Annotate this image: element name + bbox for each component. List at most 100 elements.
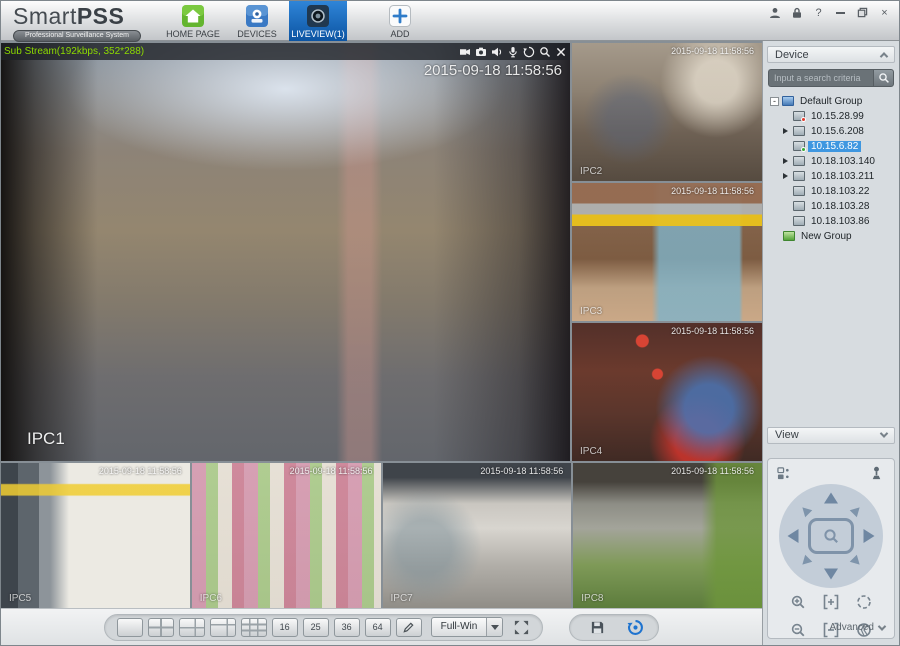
split-1-button[interactable] (117, 618, 143, 637)
fullwin-selected-value: Full-Win (432, 618, 487, 636)
zoom-in-icon[interactable] (790, 594, 806, 610)
ptz-down-arrow[interactable] (824, 569, 838, 580)
ptz-down-right-arrow[interactable] (850, 555, 863, 568)
user-icon[interactable] (768, 6, 781, 19)
digital-zoom-icon[interactable] (539, 46, 551, 58)
tab-home-page[interactable]: HOME PAGE (161, 1, 225, 41)
ptz-up-left-arrow[interactable] (799, 504, 812, 517)
title-bar: SmartPSS Professional Surveillance Syste… (1, 1, 899, 41)
split-6-button[interactable] (179, 618, 205, 637)
video-pane[interactable]: 2015-09-18 11:58:56 IPC7 (383, 463, 572, 608)
custom-split-button[interactable] (396, 618, 422, 637)
focus-plus-icon[interactable] (823, 594, 839, 610)
lock-icon[interactable] (790, 6, 803, 19)
video-pane[interactable]: 2015-09-18 11:58:56 IPC6 (192, 463, 381, 608)
talk-icon[interactable] (507, 46, 519, 58)
view-panel-title: View (775, 429, 799, 441)
ptz-up-arrow[interactable] (824, 493, 838, 504)
chevron-down-icon[interactable] (486, 618, 502, 636)
device-icon (793, 141, 805, 151)
device-icon (793, 126, 805, 136)
direction-mode-icon[interactable] (777, 466, 793, 482)
tab-liveview[interactable]: LIVEVIEW(1) (289, 1, 347, 41)
device-icon (793, 111, 805, 121)
split-8-button[interactable] (210, 618, 236, 637)
split-9-button[interactable] (241, 618, 267, 637)
tree-group-default[interactable]: - Default Group (770, 94, 899, 109)
timestamp-overlay: 2015-09-18 11:58:56 (671, 46, 754, 56)
expand-arrow-icon[interactable] (783, 128, 788, 134)
video-pane[interactable]: 2015-09-18 11:58:56 IPC3 (572, 183, 762, 321)
timestamp-overlay: 2015-09-18 11:58:56 (290, 466, 373, 476)
expand-arrow-icon[interactable] (783, 173, 788, 179)
split-25-button[interactable]: 25 (303, 618, 329, 637)
split-64-button[interactable]: 64 (365, 618, 391, 637)
help-icon[interactable]: ? (812, 6, 825, 19)
video-pane[interactable]: 2015-09-18 11:58:56 IPC2 (572, 43, 762, 181)
video-pane-main[interactable]: Sub Stream(192kbps, 352*288) (1, 43, 570, 461)
online-badge (801, 147, 806, 152)
ptz-mouse-sim-icon[interactable] (808, 518, 854, 554)
device-panel-header[interactable]: Device (767, 46, 895, 63)
stream-info-text: Sub Stream(192kbps, 352*288) (4, 46, 144, 57)
tree-device-selected[interactable]: 10.15.6.82 (770, 139, 899, 154)
timestamp-overlay: 2015-09-18 11:58:56 (671, 186, 754, 196)
joystick-icon[interactable] (869, 466, 885, 482)
audio-icon[interactable] (491, 46, 503, 58)
restore-icon[interactable] (856, 6, 869, 19)
brand-name: SmartPSS (13, 3, 124, 29)
collapse-icon[interactable]: - (770, 97, 779, 106)
zoom-out-icon[interactable] (790, 622, 806, 638)
ptz-up-right-arrow[interactable] (850, 504, 863, 517)
tree-device[interactable]: 10.18.103.22 (770, 184, 899, 199)
add-icon (388, 4, 412, 28)
video-grid: Sub Stream(192kbps, 352*288) (1, 41, 762, 608)
main-body: Sub Stream(192kbps, 352*288) (1, 41, 899, 645)
save-view-icon[interactable] (588, 618, 606, 636)
channel-label: IPC5 (9, 593, 31, 604)
split-36-button[interactable]: 36 (334, 618, 360, 637)
new-group-icon (783, 231, 795, 241)
expand-arrow-icon[interactable] (783, 158, 788, 164)
iris-open-icon[interactable] (856, 594, 872, 610)
split-16-button[interactable]: 16 (272, 618, 298, 637)
ptz-down-left-arrow[interactable] (799, 555, 812, 568)
tab-label: ADD (390, 29, 409, 39)
tree-device[interactable]: 10.15.28.99 (770, 109, 899, 124)
snapshot-icon[interactable] (475, 46, 487, 58)
minimize-icon[interactable] (834, 6, 847, 19)
video-grid-bottom-row: 2015-09-18 11:58:56 IPC5 2015-09-18 11:5… (1, 463, 762, 608)
view-panel-header[interactable]: View (767, 427, 895, 444)
search-icon[interactable] (873, 69, 894, 86)
device-search-input[interactable] (768, 69, 873, 86)
chevron-up-icon (880, 52, 888, 60)
ptz-left-arrow[interactable] (788, 529, 799, 543)
ptz-right-arrow[interactable] (864, 529, 875, 543)
tree-new-group[interactable]: New Group (770, 229, 899, 244)
channel-label: IPC3 (580, 306, 602, 317)
tree-device[interactable]: 10.18.103.86 (770, 214, 899, 229)
tab-devices[interactable]: DEVICES (225, 1, 289, 41)
split-4-button[interactable] (148, 618, 174, 637)
video-pane[interactable]: 2015-09-18 11:58:56 IPC8 (573, 463, 762, 608)
tree-device[interactable]: 10.15.6.208 (770, 124, 899, 139)
video-pane[interactable]: 2015-09-18 11:58:56 IPC5 (1, 463, 190, 608)
close-icon[interactable]: × (878, 6, 891, 19)
record-icon[interactable] (459, 46, 471, 58)
tree-device[interactable]: 10.18.103.140 (770, 154, 899, 169)
offline-badge (801, 117, 806, 122)
tree-device[interactable]: 10.18.103.211 (770, 169, 899, 184)
tour-icon[interactable] (626, 618, 644, 636)
timestamp-overlay: 2015-09-18 11:58:56 (480, 466, 563, 476)
channel-label: IPC7 (391, 593, 413, 604)
instant-playback-icon[interactable] (523, 46, 535, 58)
tab-add[interactable]: ADD (373, 1, 427, 41)
liveview-toolbar: 16 25 36 64 Full-Win (1, 608, 762, 645)
fullscreen-icon[interactable] (512, 618, 530, 636)
fullwin-dropdown[interactable]: Full-Win (431, 617, 504, 637)
ptz-direction-pad (779, 484, 883, 588)
ptz-advanced-toggle[interactable]: Advanced (830, 622, 885, 633)
close-icon[interactable] (555, 46, 567, 58)
tree-device[interactable]: 10.18.103.28 (770, 199, 899, 214)
video-pane[interactable]: 2015-09-18 11:58:56 IPC4 (572, 323, 762, 461)
